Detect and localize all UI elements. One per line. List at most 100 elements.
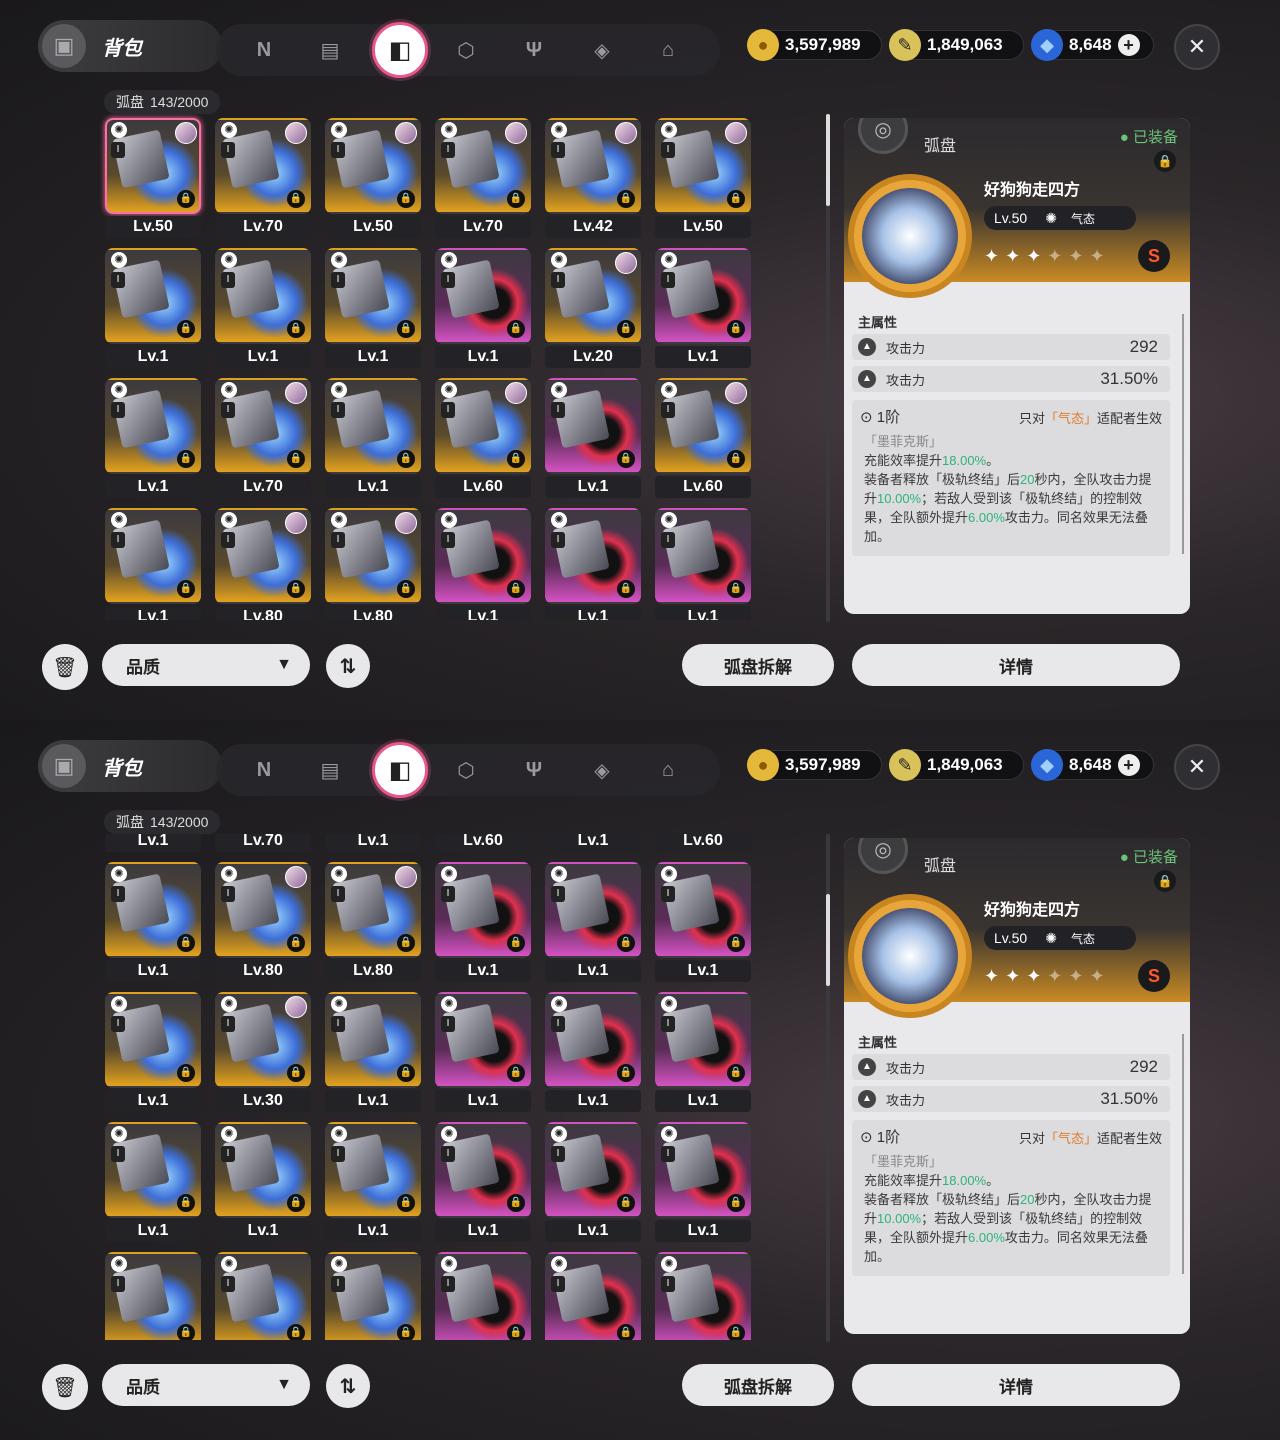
- disc-item[interactable]: ✺ I 🔒 Lv.50: [650, 114, 760, 244]
- disc-card[interactable]: ✺ I 🔒: [545, 508, 641, 604]
- disc-item[interactable]: ✺I🔒Lv.1: [100, 244, 210, 374]
- disc-card[interactable]: ✺ I 🔒: [435, 1252, 531, 1340]
- disc-item[interactable]: ✺I🔒Lv.1: [650, 244, 760, 374]
- grid-scrollbar[interactable]: [826, 114, 830, 622]
- disc-item[interactable]: ✺I🔒Lv.1: [540, 374, 650, 504]
- disc-card[interactable]: ✺ I 🔒: [105, 118, 201, 214]
- disc-card[interactable]: ✺ I 🔒: [325, 1252, 421, 1340]
- disc-item[interactable]: ✺I🔒Lv.1: [210, 244, 320, 374]
- disc-card[interactable]: ✺ I 🔒: [655, 992, 751, 1088]
- disc-item[interactable]: ✺ I 🔒: [320, 1248, 430, 1340]
- disc-card[interactable]: ✺ I 🔒: [215, 378, 311, 474]
- sort-dropdown[interactable]: 品质 ▼: [102, 644, 310, 686]
- bag-tab[interactable]: ▣ 背包: [38, 20, 222, 72]
- disc-item[interactable]: ✺I🔒Lv.1: [320, 834, 430, 858]
- add-crystal-button[interactable]: +: [1117, 754, 1140, 776]
- disc-card[interactable]: ✺ I 🔒: [105, 508, 201, 604]
- disc-grid-viewport[interactable]: ✺I🔒Lv.1✺I🔒Lv.70✺I🔒Lv.1✺I🔒Lv.60✺I🔒Lv.1✺I🔒…: [100, 834, 760, 1340]
- disc-item[interactable]: ✺I🔒Lv.70: [210, 834, 320, 858]
- disc-card[interactable]: ✺ I 🔒: [435, 248, 531, 344]
- disc-item[interactable]: ✺I🔒Lv.1: [650, 1118, 760, 1248]
- grid-scroll-thumb[interactable]: [826, 894, 830, 986]
- disc-item[interactable]: ✺I🔒Lv.1: [430, 858, 540, 988]
- disc-card[interactable]: ✺ I 🔒: [325, 862, 421, 958]
- disc-item[interactable]: ✺I🔒Lv.1: [320, 244, 430, 374]
- disc-card[interactable]: ✺ I 🔒: [215, 1252, 311, 1340]
- disc-card[interactable]: ✺ I 🔒: [655, 1252, 751, 1340]
- disc-card[interactable]: ✺ I 🔒: [325, 508, 421, 604]
- disc-item[interactable]: ✺I🔒Lv.1: [100, 988, 210, 1118]
- disc-card[interactable]: ✺ I 🔒: [435, 862, 531, 958]
- close-button[interactable]: ✕: [1174, 24, 1220, 70]
- disc-card[interactable]: ✺ I 🔒: [435, 508, 531, 604]
- disc-grid-viewport[interactable]: ✺ I 🔒 Lv.50 ✺ I 🔒 Lv.70 ✺ I 🔒 Lv.50 ✺ I 🔒 Lv.70 ✺ I 🔒 Lv.42…: [100, 114, 760, 620]
- sort-dropdown[interactable]: 品质 ▼: [102, 1364, 310, 1406]
- disc-item[interactable]: ✺I🔒Lv.1: [540, 988, 650, 1118]
- disc-card[interactable]: ✺ I 🔒: [325, 248, 421, 344]
- disc-item[interactable]: ✺I🔒Lv.1: [320, 374, 430, 504]
- disc-item[interactable]: ✺I🔒Lv.1: [320, 1118, 430, 1248]
- disc-item[interactable]: ✺I🔒Lv.1: [100, 504, 210, 620]
- disc-card[interactable]: ✺ I 🔒: [325, 992, 421, 1088]
- disc-card[interactable]: ✺ I 🔒: [655, 862, 751, 958]
- disc-card[interactable]: ✺ I 🔒: [655, 378, 751, 474]
- disc-item[interactable]: ✺I🔒Lv.1: [210, 1118, 320, 1248]
- trash-icon[interactable]: 🗑: [42, 644, 88, 690]
- disc-card[interactable]: ✺ I 🔒: [215, 1122, 311, 1218]
- disc-item[interactable]: ✺I🔒Lv.70: [430, 114, 540, 244]
- detail-scrollbar[interactable]: [1182, 1034, 1184, 1274]
- disc-item[interactable]: ✺ I 🔒: [650, 1248, 760, 1340]
- detail-button[interactable]: 详情: [852, 1364, 1180, 1406]
- bag-tab[interactable]: ▣ 背包: [38, 740, 222, 792]
- disc-card[interactable]: ✺ I 🔒: [325, 378, 421, 474]
- disc-card[interactable]: ✺ I 🔒: [105, 1122, 201, 1218]
- disc-item[interactable]: ✺ I 🔒 Lv.42: [540, 114, 650, 244]
- disc-card[interactable]: ✺ I 🔒: [545, 1122, 641, 1218]
- fork-icon[interactable]: Ψ: [514, 750, 554, 790]
- disc-item[interactable]: ✺ I 🔒: [210, 1248, 320, 1340]
- disc-card[interactable]: ✺ I 🔒: [435, 378, 531, 474]
- disc-item[interactable]: ✺I🔒Lv.1: [540, 834, 650, 858]
- add-crystal-button[interactable]: +: [1117, 34, 1140, 56]
- gameboy-icon[interactable]: ▤: [310, 30, 350, 70]
- disc-item[interactable]: ✺I🔒Lv.1: [650, 988, 760, 1118]
- disc-item[interactable]: ✺I🔒Lv.1: [100, 1118, 210, 1248]
- grid-scrollbar[interactable]: [826, 834, 830, 1342]
- sort-order-icon[interactable]: ⇅: [326, 644, 370, 688]
- disc-item[interactable]: ✺ I 🔒: [430, 1248, 540, 1340]
- disc-item[interactable]: ✺I🔒Lv.1: [320, 988, 430, 1118]
- disc-item[interactable]: ✺I🔒Lv.60: [650, 834, 760, 858]
- disc-card[interactable]: ✺ I 🔒: [105, 1252, 201, 1340]
- disc-card[interactable]: ✺ I 🔒: [105, 248, 201, 344]
- disc-category-icon[interactable]: ◧: [372, 22, 428, 78]
- disc-card[interactable]: ✺ I 🔒: [545, 248, 641, 344]
- disc-card[interactable]: ✺ I 🔒: [215, 248, 311, 344]
- disc-card[interactable]: ✺ I 🔒: [655, 248, 751, 344]
- disc-item[interactable]: ✺I🔒Lv.60: [430, 374, 540, 504]
- close-button[interactable]: ✕: [1174, 744, 1220, 790]
- detail-button[interactable]: 详情: [852, 644, 1180, 686]
- disc-card[interactable]: ✺ I 🔒: [105, 862, 201, 958]
- disc-card[interactable]: ✺ I 🔒: [215, 118, 311, 214]
- book-icon[interactable]: ◈: [582, 750, 622, 790]
- disc-item[interactable]: ✺I🔒Lv.1: [650, 504, 760, 620]
- disc-card[interactable]: ✺ I 🔒: [215, 862, 311, 958]
- grid-scroll-thumb[interactable]: [826, 114, 830, 206]
- disc-card[interactable]: ✺ I 🔒: [545, 862, 641, 958]
- disc-item[interactable]: ✺I🔒Lv.60: [650, 374, 760, 504]
- disc-item[interactable]: ✺I🔒Lv.1: [430, 1118, 540, 1248]
- disc-item[interactable]: ✺I🔒Lv.1: [100, 834, 210, 858]
- cube-icon[interactable]: ⬡: [446, 30, 486, 70]
- disc-card[interactable]: ✺ I 🔒: [655, 1122, 751, 1218]
- fork-icon[interactable]: Ψ: [514, 30, 554, 70]
- disc-card[interactable]: ✺ I 🔒: [545, 992, 641, 1088]
- disc-item[interactable]: ✺ I 🔒 Lv.80: [320, 858, 430, 988]
- disc-card[interactable]: ✺ I 🔒: [215, 992, 311, 1088]
- n-icon[interactable]: N: [244, 30, 284, 70]
- disc-item[interactable]: ✺I🔒Lv.70: [210, 374, 320, 504]
- detail-scrollbar[interactable]: [1182, 314, 1184, 554]
- disc-item[interactable]: ✺ I 🔒 Lv.50: [320, 114, 430, 244]
- disc-item[interactable]: ✺I🔒Lv.1: [430, 504, 540, 620]
- disc-card[interactable]: ✺ I 🔒: [435, 118, 531, 214]
- disc-card[interactable]: ✺ I 🔒: [105, 378, 201, 474]
